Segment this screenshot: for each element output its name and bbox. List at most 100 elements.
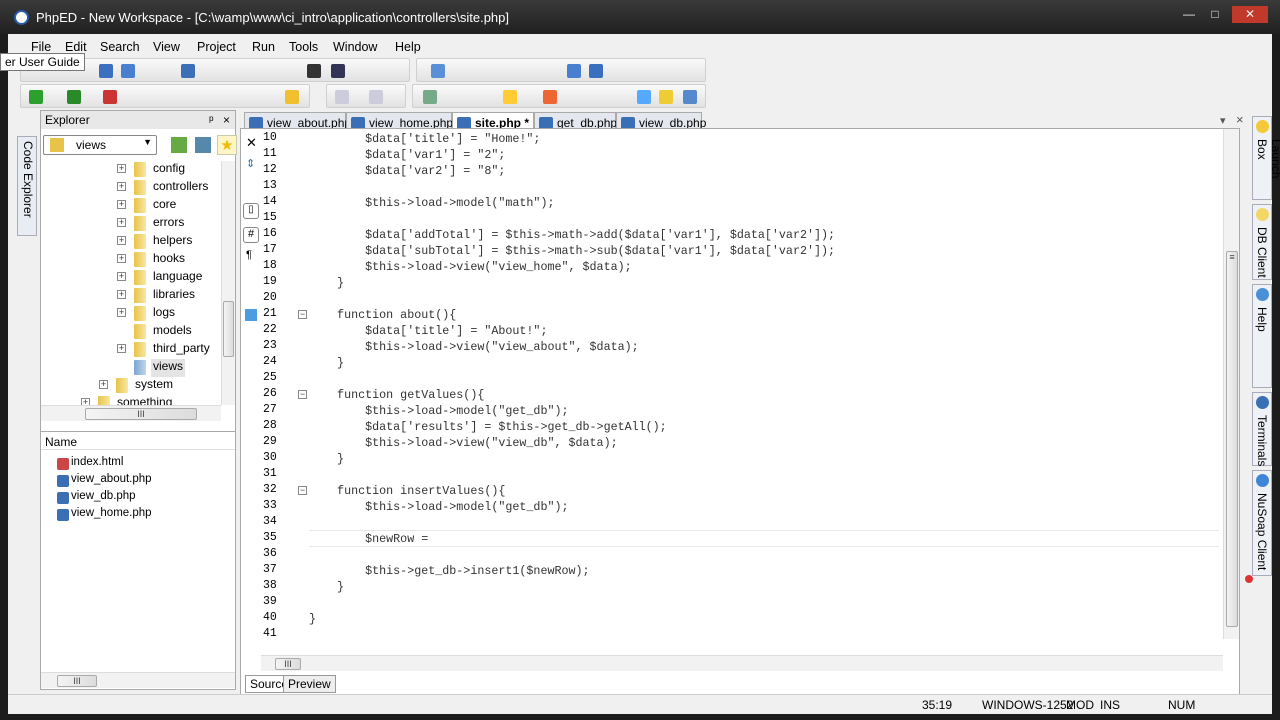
tree-item-language[interactable]: + language <box>117 269 204 287</box>
colors-icon[interactable] <box>543 90 557 104</box>
files-horizontal-scrollbar[interactable]: III <box>41 672 235 688</box>
run-icon[interactable] <box>29 90 43 104</box>
undo-icon[interactable] <box>181 64 195 78</box>
code-line[interactable]: function about(){ <box>309 307 456 323</box>
code-line[interactable]: $data['var2'] = "8"; <box>309 163 505 179</box>
code-line[interactable]: $this->get_db->insert1($newRow); <box>309 563 589 579</box>
code-line[interactable]: $newRow = <box>309 531 435 547</box>
go-up-icon[interactable] <box>171 137 187 153</box>
monitor-icon[interactable] <box>245 309 257 321</box>
tree-item-config[interactable]: + config <box>117 161 187 179</box>
hand-icon[interactable] <box>285 90 299 104</box>
right-tab-terminals[interactable]: Terminals <box>1252 392 1272 466</box>
code-line[interactable]: function getValues(){ <box>309 387 484 403</box>
right-tab-launch-box[interactable]: Launch Box <box>1252 116 1280 200</box>
fold-icon[interactable]: − <box>298 390 307 399</box>
find-next-icon[interactable] <box>331 64 345 78</box>
code-line[interactable]: $data['title'] = "Home!"; <box>309 131 540 147</box>
code-line[interactable]: } <box>309 579 344 595</box>
expand-icon[interactable]: + <box>117 182 126 191</box>
menu-search[interactable]: Search <box>100 40 140 54</box>
close-tab-icon[interactable]: × <box>1236 112 1244 127</box>
menu-help[interactable]: Help <box>395 40 421 54</box>
menu-view[interactable]: View <box>153 40 180 54</box>
tree-item-models[interactable]: models <box>134 323 194 341</box>
paragraph-icon[interactable]: ¶ <box>246 249 252 261</box>
scrollbar-thumb[interactable]: ≡ <box>1226 251 1238 627</box>
menu-window[interactable]: Window <box>333 40 377 54</box>
code-line[interactable]: $this->load->view("view_db", $data); <box>309 435 618 451</box>
code-line[interactable]: } <box>309 451 344 467</box>
menu-edit[interactable]: Edit <box>65 40 87 54</box>
code-line[interactable]: $data['subTotal'] = $this->math->sub($da… <box>309 243 835 259</box>
editor-vertical-scrollbar[interactable]: ≡ <box>1223 129 1239 639</box>
new-page-icon[interactable] <box>431 64 445 78</box>
fold-icon[interactable]: − <box>298 310 307 319</box>
code-line[interactable]: $this->load->model("math"); <box>309 195 554 211</box>
list-icon[interactable] <box>567 64 581 78</box>
fold-icon[interactable]: − <box>298 486 307 495</box>
code-line[interactable]: } <box>309 275 344 291</box>
menu-tools[interactable]: Tools <box>289 40 318 54</box>
code-explorer-tab[interactable]: Code Explorer <box>17 136 37 236</box>
code-line[interactable]: $this->load->view("view_home", $data); <box>309 259 632 275</box>
refresh-icon[interactable] <box>195 137 211 153</box>
expand-icon[interactable]: + <box>117 236 126 245</box>
right-tab-help[interactable]: Help <box>1252 284 1272 388</box>
save-all-icon[interactable] <box>121 64 135 78</box>
expand-icon[interactable]: + <box>117 218 126 227</box>
tree-item-third_party[interactable]: + third_party <box>117 341 212 359</box>
scrollbar-thumb[interactable]: III <box>85 408 197 420</box>
close-button[interactable]: ✕ <box>1232 6 1268 23</box>
maximize-button[interactable]: □ <box>1202 6 1228 23</box>
code-line[interactable]: $data['results'] = $this->get_db->getAll… <box>309 419 667 435</box>
code-line[interactable]: } <box>309 611 316 627</box>
code-line[interactable]: $data['addTotal'] = $this->math->add($da… <box>309 227 835 243</box>
tab-preview[interactable]: Preview <box>283 675 336 693</box>
tree-item-system[interactable]: + system <box>99 377 175 395</box>
code-line[interactable]: $this->load->view("view_about", $data); <box>309 339 639 355</box>
code-editor[interactable]: ✕ ⇕ ▯ # ¶ 10 $data['title'] = "Home!"; 11… <box>240 128 1253 696</box>
tree-item-hooks[interactable]: + hooks <box>117 251 187 269</box>
editor-horizontal-scrollbar[interactable]: III <box>261 655 1223 671</box>
save-icon[interactable] <box>99 64 113 78</box>
menu-run[interactable]: Run <box>252 40 275 54</box>
scrollbar-thumb[interactable] <box>223 301 234 357</box>
expand-icon[interactable]: + <box>117 272 126 281</box>
right-tab-nusoap-client[interactable]: NuSoap Client <box>1252 470 1272 576</box>
tree-item-core[interactable]: + core <box>117 197 178 215</box>
panel-icon[interactable] <box>659 90 673 104</box>
pin-icon[interactable]: ᵖ <box>209 113 214 127</box>
table-icon[interactable] <box>589 64 603 78</box>
collapse-icon[interactable]: ⇕ <box>246 157 255 170</box>
copy-icon[interactable] <box>637 90 651 104</box>
debug-icon[interactable] <box>67 90 81 104</box>
bookmark-icon[interactable]: ▯ <box>243 203 259 219</box>
minimize-button[interactable]: — <box>1176 6 1202 23</box>
expand-icon[interactable]: + <box>117 308 126 317</box>
find-icon[interactable] <box>307 64 321 78</box>
code-line[interactable]: $this->load->model("get_db"); <box>309 499 568 515</box>
file-item[interactable]: view_home.php <box>57 507 152 524</box>
menu-project[interactable]: Project <box>197 40 236 54</box>
code-line[interactable]: $data['title'] = "About!"; <box>309 323 547 339</box>
column-header-name[interactable]: Name <box>41 432 235 450</box>
tree-item-views[interactable]: views <box>134 359 186 377</box>
tree-item-errors[interactable]: + errors <box>117 215 186 233</box>
close-icon[interactable]: ✕ <box>246 135 257 151</box>
link-icon[interactable] <box>683 90 697 104</box>
code-line[interactable]: } <box>309 355 344 371</box>
forward-icon[interactable] <box>369 90 383 104</box>
file-item[interactable]: index.html <box>57 456 123 473</box>
code-line[interactable]: $this->load->model("get_db"); <box>309 403 568 419</box>
tab-list-icon[interactable]: ▾ <box>1220 114 1226 127</box>
expand-icon[interactable]: + <box>81 398 90 405</box>
right-tab-db-client[interactable]: DB Client <box>1252 204 1272 280</box>
user-icon[interactable] <box>503 90 517 104</box>
code-line[interactable]: $data['var1'] = "2"; <box>309 147 505 163</box>
file-item[interactable]: view_about.php <box>57 473 152 490</box>
favorites-icon[interactable]: ★ <box>217 135 237 155</box>
profile-icon[interactable] <box>103 90 117 104</box>
file-item[interactable]: view_db.php <box>57 490 136 507</box>
expand-icon[interactable]: + <box>99 380 108 389</box>
